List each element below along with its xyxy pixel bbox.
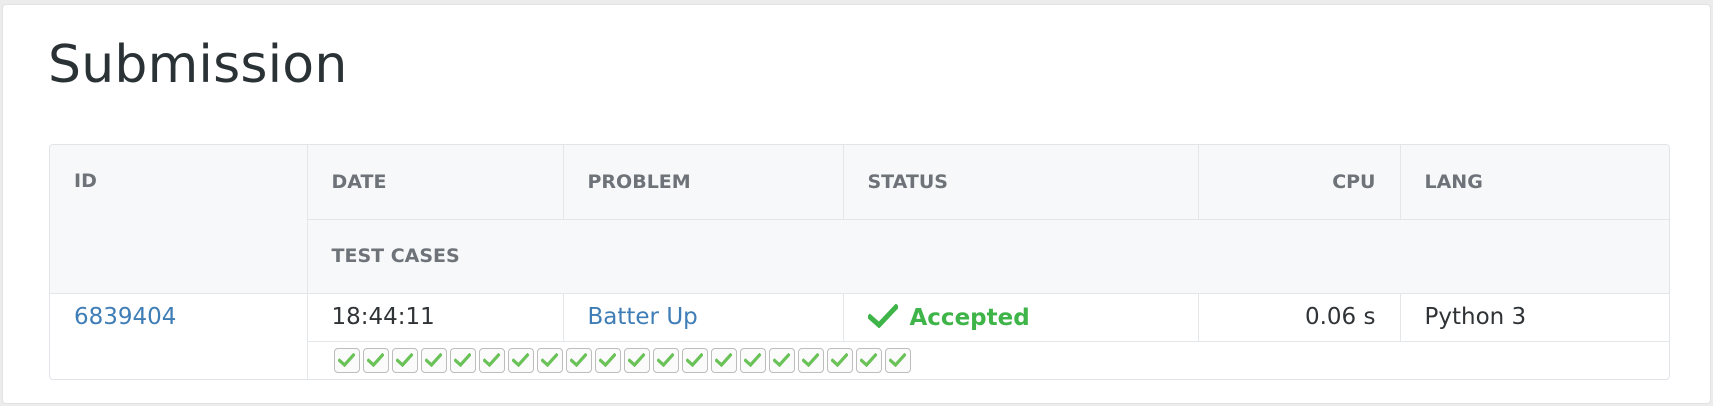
cell-lang: Python 3 xyxy=(1399,293,1669,342)
check-icon xyxy=(802,353,819,368)
check-icon xyxy=(338,353,355,368)
page-title: Submission xyxy=(48,35,348,95)
submission-id-link[interactable]: 6839404 xyxy=(74,304,176,330)
test-case-passed[interactable] xyxy=(768,347,795,373)
test-case-passed[interactable] xyxy=(623,347,650,373)
test-case-passed[interactable] xyxy=(362,347,389,373)
header-date: DATE xyxy=(306,145,563,220)
submission-card: Submission ID DATE PROBLEM STATUS CPU LA… xyxy=(2,4,1711,404)
check-icon xyxy=(425,353,442,368)
check-icon xyxy=(570,353,587,368)
test-case-passed[interactable] xyxy=(797,347,824,373)
test-case-passed[interactable] xyxy=(333,347,360,373)
test-case-passed[interactable] xyxy=(884,347,911,373)
cell-problem: Batter Up xyxy=(562,293,843,342)
test-case-passed[interactable] xyxy=(449,347,476,373)
check-icon xyxy=(367,353,384,368)
check-icon xyxy=(396,353,413,368)
check-icon xyxy=(889,353,906,368)
test-case-passed[interactable] xyxy=(565,347,592,373)
check-icon xyxy=(512,353,529,368)
check-icon xyxy=(831,353,848,368)
header-problem: PROBLEM xyxy=(562,145,843,220)
check-icon xyxy=(657,353,674,368)
test-case-passed[interactable] xyxy=(478,347,505,373)
header-row: ID DATE PROBLEM STATUS CPU LANG xyxy=(50,145,1669,294)
cell-status: Accepted xyxy=(842,293,1198,342)
header-status: STATUS xyxy=(842,145,1198,220)
test-case-passed[interactable] xyxy=(681,347,708,373)
cell-cpu: 0.06 s xyxy=(1197,293,1400,342)
check-icon xyxy=(860,353,877,368)
test-case-passed[interactable] xyxy=(826,347,853,373)
check-icon xyxy=(744,353,761,368)
test-case-passed[interactable] xyxy=(855,347,882,373)
check-icon xyxy=(599,353,616,368)
cell-id: 6839404 xyxy=(50,293,307,379)
check-icon xyxy=(773,353,790,368)
test-case-passed[interactable] xyxy=(507,347,534,373)
check-icon xyxy=(686,353,703,368)
header-test-cases: TEST CASES xyxy=(306,219,1669,294)
check-icon xyxy=(628,353,645,368)
header-id: ID xyxy=(50,145,307,294)
test-case-passed[interactable] xyxy=(594,347,621,373)
status-text: Accepted xyxy=(909,304,1030,331)
test-case-passed[interactable] xyxy=(652,347,679,373)
test-case-passed[interactable] xyxy=(710,347,737,373)
header-lang: LANG xyxy=(1399,145,1669,220)
cell-test-cases xyxy=(306,341,1670,379)
test-case-passed[interactable] xyxy=(391,347,418,373)
test-case-list xyxy=(333,347,1670,373)
check-icon xyxy=(541,353,558,368)
header-cpu: CPU xyxy=(1197,145,1400,220)
table-row: 6839404 18:44:11 Batter Up Accepted 0.06 xyxy=(50,293,1669,379)
check-icon xyxy=(867,303,898,328)
test-case-passed[interactable] xyxy=(536,347,563,373)
test-case-passed[interactable] xyxy=(420,347,447,373)
problem-link[interactable]: Batter Up xyxy=(588,304,698,330)
submission-table: ID DATE PROBLEM STATUS CPU LANG TEST CAS… xyxy=(49,144,1670,380)
check-icon xyxy=(483,353,500,368)
check-icon xyxy=(715,353,732,368)
test-case-passed[interactable] xyxy=(739,347,766,373)
cell-date: 18:44:11 xyxy=(306,293,563,342)
check-icon xyxy=(454,353,471,368)
status-badge: Accepted xyxy=(867,303,1030,331)
